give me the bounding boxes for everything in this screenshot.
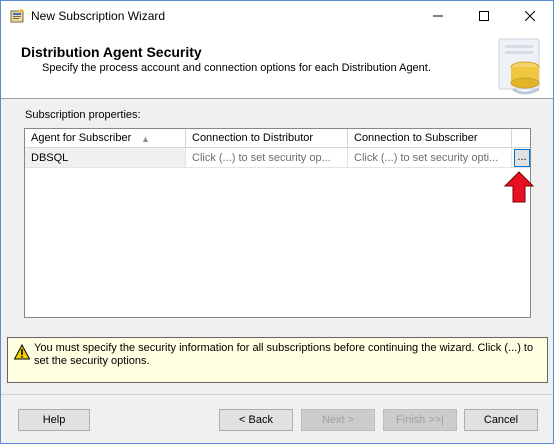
- subscription-properties-label: Subscription properties:: [25, 109, 141, 121]
- subscription-properties-grid: Agent for Subscriber ▲ Connection to Dis…: [24, 128, 531, 318]
- title-bar: New Subscription Wizard: [1, 1, 553, 31]
- column-header-label: Connection to Subscriber: [354, 132, 478, 144]
- agent-cell[interactable]: DBSQL: [25, 148, 186, 168]
- security-button-cell: ...: [512, 148, 530, 168]
- red-arrow-up-icon: [504, 171, 534, 203]
- wizard-app-icon: [10, 9, 24, 23]
- finish-button[interactable]: Finish >>|: [383, 409, 457, 431]
- warning-icon: [14, 344, 30, 360]
- window-title: New Subscription Wizard: [31, 9, 166, 23]
- maximize-button[interactable]: [461, 1, 507, 31]
- sort-ascending-icon: ▲: [141, 134, 150, 144]
- security-options-button[interactable]: ...: [514, 148, 530, 167]
- next-button[interactable]: Next >: [301, 409, 375, 431]
- database-wizard-icon: [498, 38, 540, 95]
- grid-header: Agent for Subscriber ▲ Connection to Dis…: [25, 129, 530, 148]
- column-header-agent[interactable]: Agent for Subscriber ▲: [25, 129, 186, 148]
- wizard-header: Distribution Agent Security Specify the …: [1, 31, 553, 99]
- subscriber-connection-cell[interactable]: Click (...) to set security opti...: [348, 148, 512, 168]
- page-subtitle: Specify the process account and connecti…: [42, 62, 431, 74]
- column-header-subscriber[interactable]: Connection to Subscriber: [348, 129, 512, 148]
- close-button[interactable]: [507, 1, 553, 31]
- distributor-connection-cell[interactable]: Click (...) to set security op...: [186, 148, 348, 168]
- column-header-label: Agent for Subscriber: [31, 132, 132, 144]
- warning-panel: You must specify the security informatio…: [7, 337, 548, 383]
- column-header-distributor[interactable]: Connection to Distributor: [186, 129, 348, 148]
- help-button[interactable]: Help: [18, 409, 90, 431]
- table-row[interactable]: DBSQL Click (...) to set security op... …: [25, 148, 530, 168]
- page-title: Distribution Agent Security: [21, 44, 202, 60]
- close-icon: [525, 11, 535, 21]
- column-header-label: Connection to Distributor: [192, 132, 314, 144]
- warning-message: You must specify the security informatio…: [34, 342, 534, 367]
- wizard-window: New Subscription Wizard Distribution Age…: [0, 0, 554, 444]
- minimize-icon: [433, 15, 443, 17]
- maximize-icon: [479, 11, 489, 21]
- cancel-button[interactable]: Cancel: [464, 409, 538, 431]
- minimize-button[interactable]: [415, 1, 461, 31]
- back-button[interactable]: < Back: [219, 409, 293, 431]
- footer-divider: [1, 394, 553, 395]
- column-header-button: [512, 129, 530, 148]
